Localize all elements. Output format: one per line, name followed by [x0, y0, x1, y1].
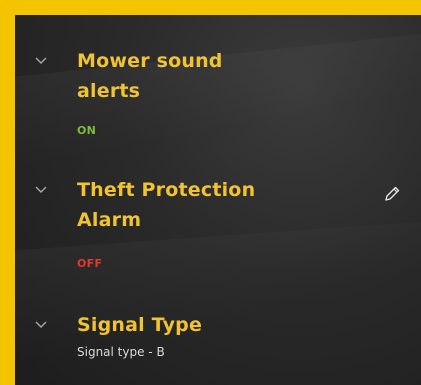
- setting-signal-type[interactable]: Signal Type Signal type - B: [15, 305, 421, 375]
- app-frame: Mower sound alerts ON Theft Protection A…: [0, 0, 421, 385]
- settings-panel: Mower sound alerts ON Theft Protection A…: [15, 15, 421, 385]
- setting-theft-protection-alarm[interactable]: Theft Protection Alarm OFF: [15, 165, 421, 300]
- chevron-down-icon[interactable]: [35, 55, 47, 67]
- setting-title: Signal Type: [77, 314, 203, 336]
- pencil-icon[interactable]: [383, 185, 401, 203]
- status-badge: OFF: [77, 257, 103, 270]
- setting-mower-sound-alerts[interactable]: Mower sound alerts ON: [15, 15, 421, 155]
- chevron-down-icon[interactable]: [35, 184, 47, 196]
- setting-subtitle: Signal type - B: [77, 345, 165, 359]
- status-badge: ON: [77, 124, 97, 137]
- setting-title: Theft Protection Alarm: [77, 179, 256, 231]
- chevron-down-icon[interactable]: [35, 319, 47, 331]
- setting-title: Mower sound alerts: [77, 50, 223, 102]
